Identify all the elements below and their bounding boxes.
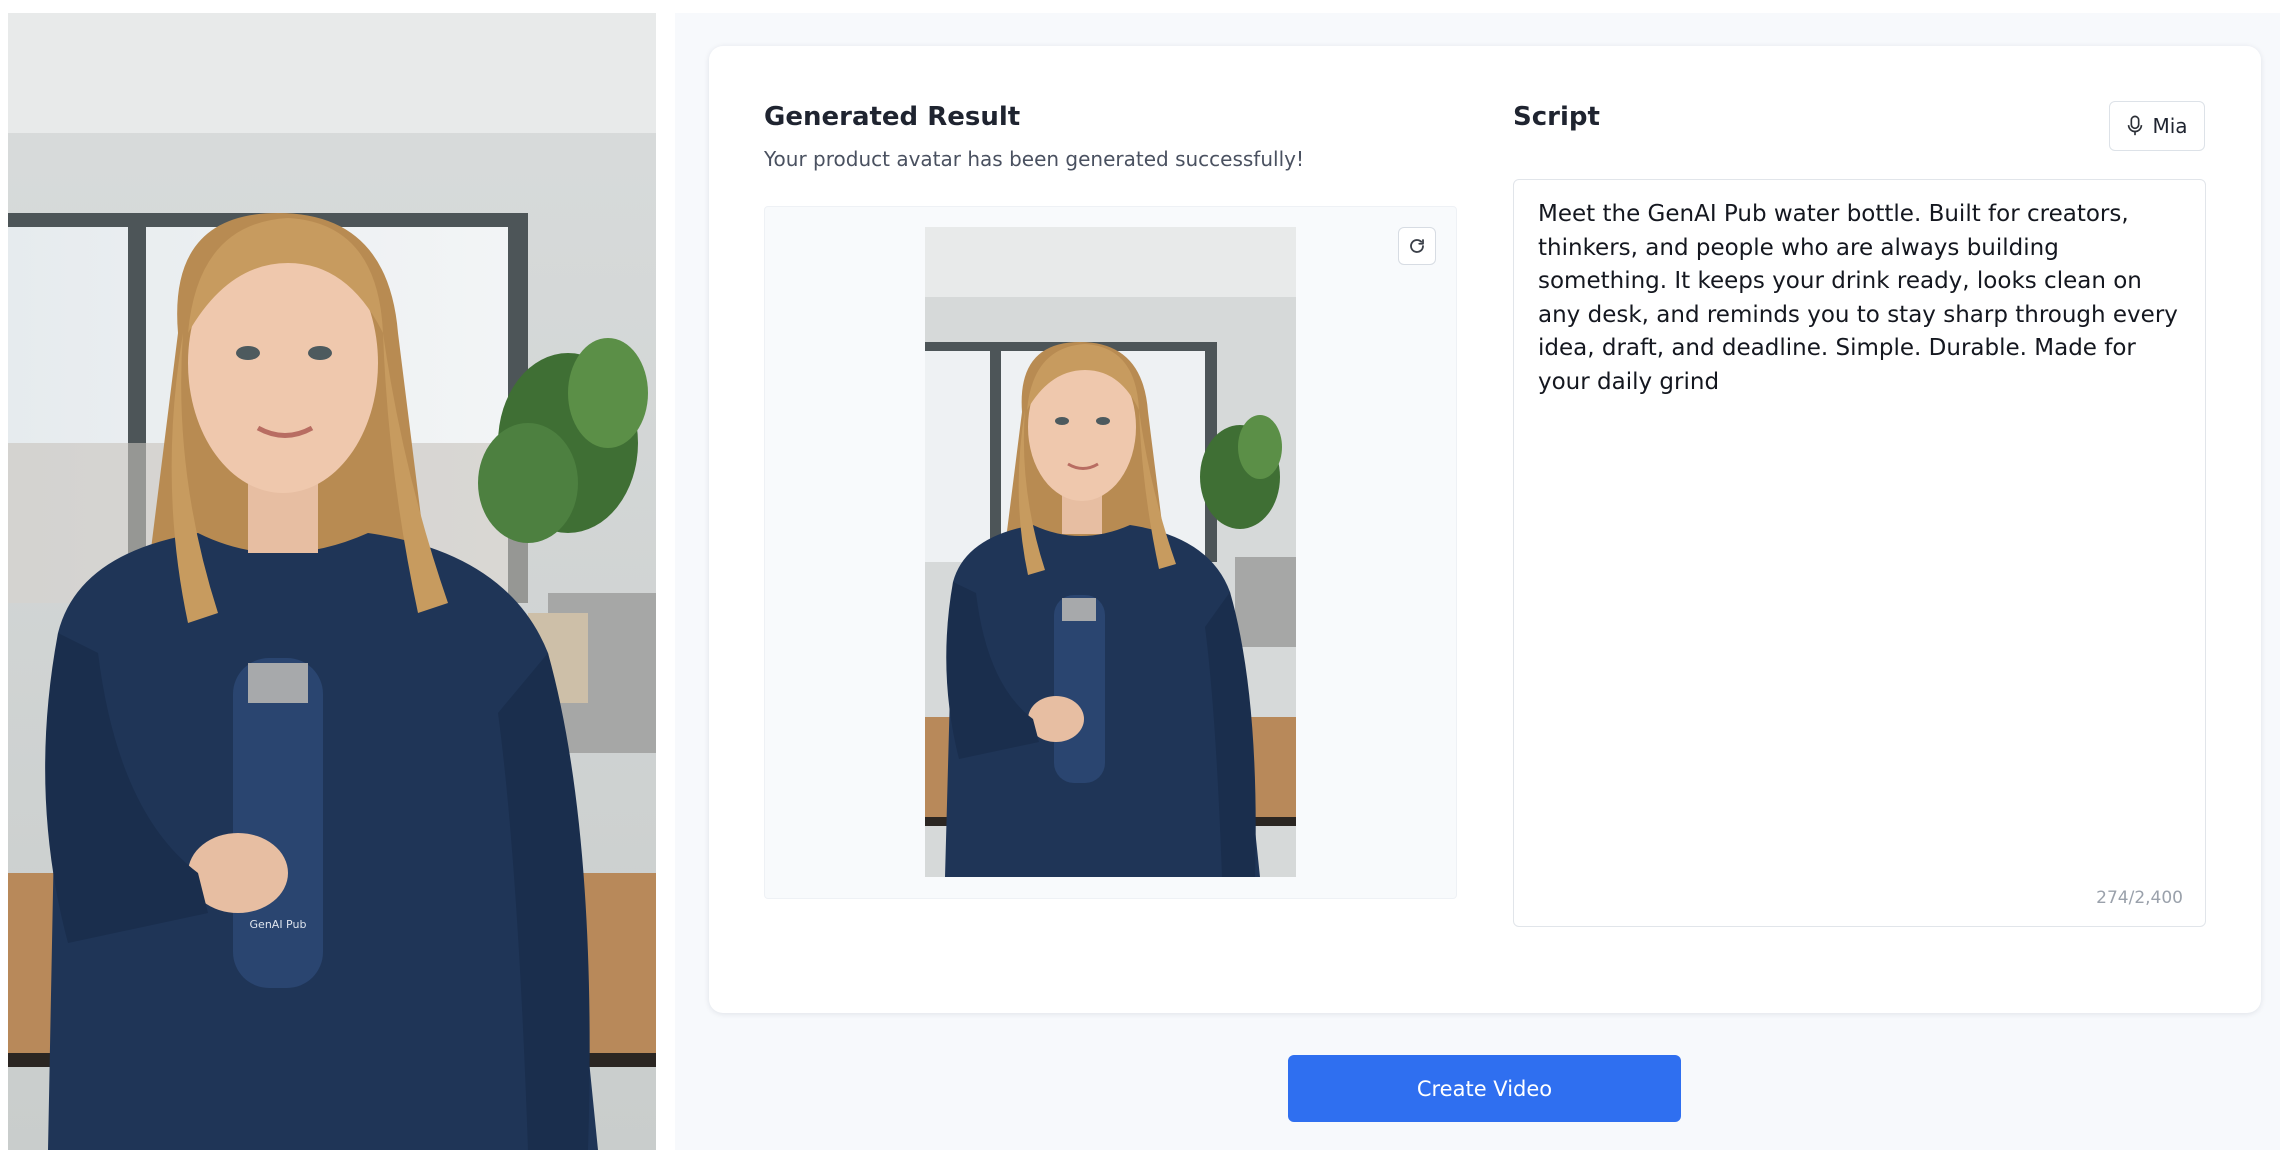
create-video-button[interactable]: Create Video: [1288, 1055, 1681, 1122]
microphone-icon: [2128, 115, 2143, 136]
app-root: GenAI Pub Generated Result Your product …: [0, 0, 2280, 1166]
script-text: Meet the GenAI Pub water bottle. Built f…: [1538, 201, 2186, 395]
avatar-preview-illustration: [925, 227, 1296, 877]
script-textarea[interactable]: Meet the GenAI Pub water bottle. Built f…: [1513, 179, 2206, 927]
avatar-photo-illustration: GenAI Pub: [8, 13, 656, 1150]
char-count: 274/2,400: [2096, 888, 2183, 908]
script-title: Script: [1513, 102, 1600, 132]
generated-result-title: Generated Result: [764, 102, 1021, 132]
result-card: Generated Result Your product avatar has…: [709, 46, 2261, 1013]
regenerate-button[interactable]: [1398, 227, 1436, 265]
generated-result-subtitle: Your product avatar has been generated s…: [764, 147, 1304, 171]
refresh-icon: [1410, 239, 1424, 253]
avatar-preview-image: [925, 227, 1296, 877]
voice-select-button[interactable]: Mia: [2109, 101, 2205, 151]
bottle-label: GenAI Pub: [250, 918, 307, 931]
avatar-photo: GenAI Pub: [8, 13, 656, 1150]
voice-label: Mia: [2152, 114, 2188, 138]
avatar-preview-panel: [764, 206, 1457, 899]
workspace: Generated Result Your product avatar has…: [675, 13, 2280, 1150]
